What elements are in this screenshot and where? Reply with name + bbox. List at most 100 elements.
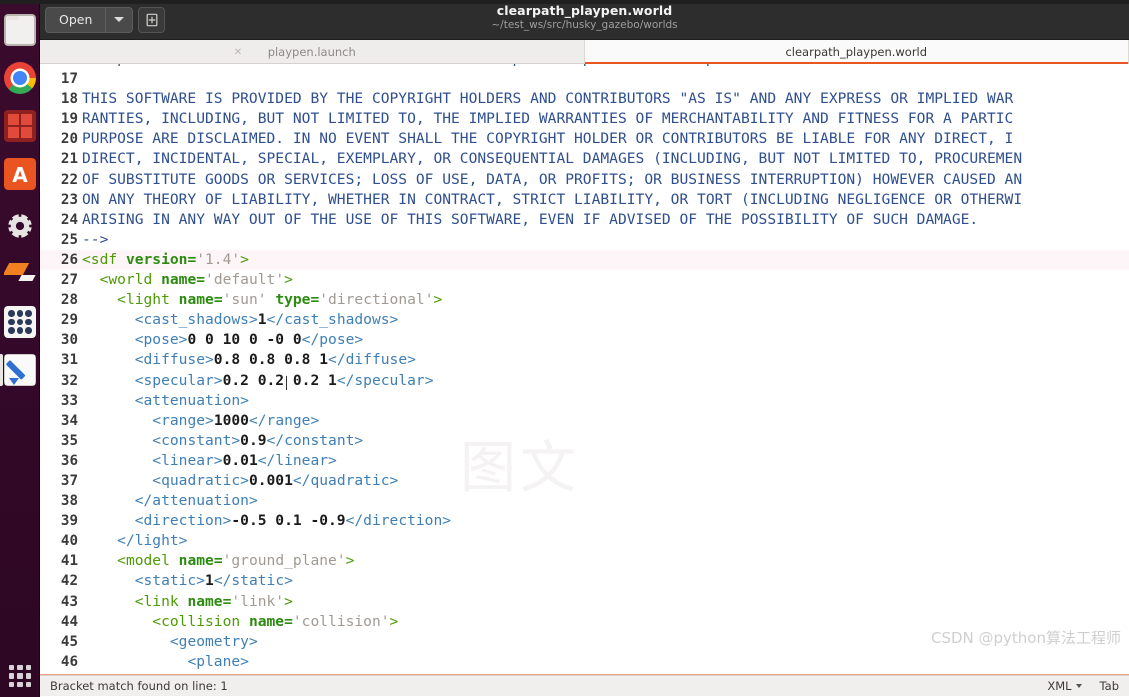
- code-line: 31 <diffuse>0.8 0.8 0.8 1</diffuse>: [40, 350, 1129, 370]
- code-token: name=: [178, 291, 223, 309]
- line-number: 29: [60, 312, 78, 329]
- launcher-item-text-editor[interactable]: [4, 354, 36, 386]
- open-button-dropdown[interactable]: [106, 8, 132, 32]
- code-token: OF SUBSTITUTE GOODS OR SERVICES; LOSS OF…: [82, 170, 1023, 188]
- ghost-watermark: 图文: [460, 436, 580, 501]
- code-token: name=: [161, 271, 206, 289]
- status-indent[interactable]: Tab: [1100, 679, 1119, 693]
- code-token: </range>: [248, 411, 320, 429]
- line-number: 21: [60, 151, 78, 168]
- code-token: 0.8 0.8 0.8 1: [213, 351, 329, 369]
- status-message: Bracket match found on line: 1: [50, 679, 228, 693]
- code-line-text: <constant>0.9</constant>: [82, 431, 1129, 451]
- ubuntu-software-icon: A: [4, 158, 36, 190]
- launcher-item-media-app[interactable]: [4, 110, 36, 142]
- code-line: 30 <pose>0 0 10 0 -0 0</pose>: [40, 330, 1129, 350]
- unity-launcher[interactable]: A: [0, 0, 40, 697]
- gedit-window: Open clearpath_playpen.world ~/test_ws/s…: [40, 0, 1129, 697]
- code-line-text: <linear>0.01</linear>: [82, 451, 1129, 471]
- close-icon[interactable]: ✕: [234, 47, 242, 58]
- launcher-item-app-grid[interactable]: [4, 306, 36, 338]
- launcher-item-gazebo[interactable]: [4, 258, 36, 290]
- titlebar-left-controls: Open: [40, 6, 166, 33]
- code-line: 35 <constant>0.9</constant>: [40, 431, 1129, 451]
- line-number: 42: [60, 573, 78, 590]
- line-number: 35: [60, 432, 78, 449]
- code-line: 43 <link name='link'>: [40, 592, 1129, 612]
- launcher-item-show-applications[interactable]: [4, 660, 36, 692]
- code-token: PURPOSE ARE DISCLAIMED. IN NO EVENT SHAL…: [82, 130, 1014, 148]
- code-token: </specular>: [336, 371, 434, 389]
- code-token: >: [389, 612, 399, 630]
- screen-root: A Open clearpath_playpen.world ~/test_ws…: [0, 0, 1129, 697]
- code-token: 'sun': [222, 291, 276, 309]
- code-token: type=: [275, 291, 320, 309]
- code-editor[interactable]: 图文 16 products derived from this softwar…: [40, 64, 1129, 675]
- gear-icon: [4, 210, 36, 242]
- line-number: 18: [60, 91, 78, 108]
- tab-bar[interactable]: ✕ playpen.launch clearpath_playpen.world: [40, 40, 1129, 64]
- code-line: 20 PURPOSE ARE DISCLAIMED. IN NO EVENT SH…: [40, 129, 1129, 149]
- csdn-watermark: CSDN @python算法工程师: [930, 628, 1121, 647]
- code-token: </light>: [117, 532, 188, 550]
- window-title-block: clearpath_playpen.world ~/test_ws/src/hu…: [40, 3, 1129, 31]
- new-document-button[interactable]: [138, 6, 166, 33]
- code-token: RANTIES, INCLUDING, BUT NOT LIMITED TO, …: [82, 110, 1014, 128]
- code-token: 1: [257, 311, 267, 329]
- new-document-icon: [146, 13, 158, 26]
- code-token: 0.9: [240, 431, 267, 449]
- code-token: </static>: [213, 572, 293, 590]
- code-line-text: </light>: [82, 531, 1129, 551]
- line-number: 41: [60, 553, 78, 570]
- tab-label: clearpath_playpen.world: [785, 44, 928, 59]
- tab-playpen-launch[interactable]: ✕ playpen.launch: [40, 40, 585, 63]
- code-token: -->: [82, 230, 109, 248]
- line-number: 40: [60, 533, 78, 550]
- code-token: <link: [134, 592, 188, 610]
- code-line-text: ON ANY THEORY OF LIABILITY, WHETHER IN C…: [82, 190, 1129, 210]
- code-token: >: [284, 592, 293, 610]
- code-line: 27 <world name='default'>: [40, 270, 1129, 290]
- status-language[interactable]: XML: [1047, 679, 1082, 693]
- code-token: 'default': [205, 271, 285, 289]
- code-line: 18 THIS SOFTWARE IS PROVIDED BY THE COPYR…: [40, 89, 1129, 109]
- code-line-text: <model name='ground_plane'>: [82, 551, 1129, 571]
- code-line: 40 </light>: [40, 531, 1129, 551]
- code-token: <specular>: [134, 371, 223, 389]
- grid-icon: [4, 306, 36, 338]
- code-token: ARISING IN ANY WAY OUT OF THE USE OF THI…: [82, 210, 979, 228]
- desktop-top-panel: [0, 0, 1129, 4]
- launcher-item-ubuntu-software[interactable]: A: [4, 158, 36, 190]
- code-line-text: <pose>0 0 10 0 -0 0</pose>: [82, 330, 1129, 350]
- launcher-item-files[interactable]: [4, 14, 36, 46]
- code-line: 17: [40, 69, 1129, 89]
- line-number: 37: [60, 472, 78, 489]
- code-line: 21 DIRECT, INCIDENTAL, SPECIAL, EXEMPLARY…: [40, 149, 1129, 169]
- code-token: 'directional': [319, 291, 434, 309]
- status-bar: Bracket match found on line: 1 XML Tab: [40, 675, 1129, 696]
- code-line-text: THIS SOFTWARE IS PROVIDED BY THE COPYRIG…: [82, 89, 1129, 109]
- tab-clearpath-playpen-world[interactable]: clearpath_playpen.world: [584, 40, 1129, 64]
- code-token: name=: [178, 552, 223, 570]
- code-token: THIS SOFTWARE IS PROVIDED BY THE COPYRIG…: [82, 90, 1014, 108]
- text-cursor: [286, 376, 287, 390]
- line-number: 24: [60, 211, 78, 228]
- line-number: 46: [60, 653, 78, 670]
- code-token: <light: [117, 291, 179, 309]
- launcher-item-chrome[interactable]: [4, 62, 36, 94]
- launcher-item-system-settings[interactable]: [4, 210, 36, 242]
- code-line: 23 ON ANY THEORY OF LIABILITY, WHETHER IN…: [40, 190, 1129, 210]
- code-line-text: DIRECT, INCIDENTAL, SPECIAL, EXEMPLARY, …: [82, 149, 1129, 169]
- code-line-text: <world name='default'>: [82, 270, 1129, 290]
- open-button[interactable]: Open: [45, 6, 134, 33]
